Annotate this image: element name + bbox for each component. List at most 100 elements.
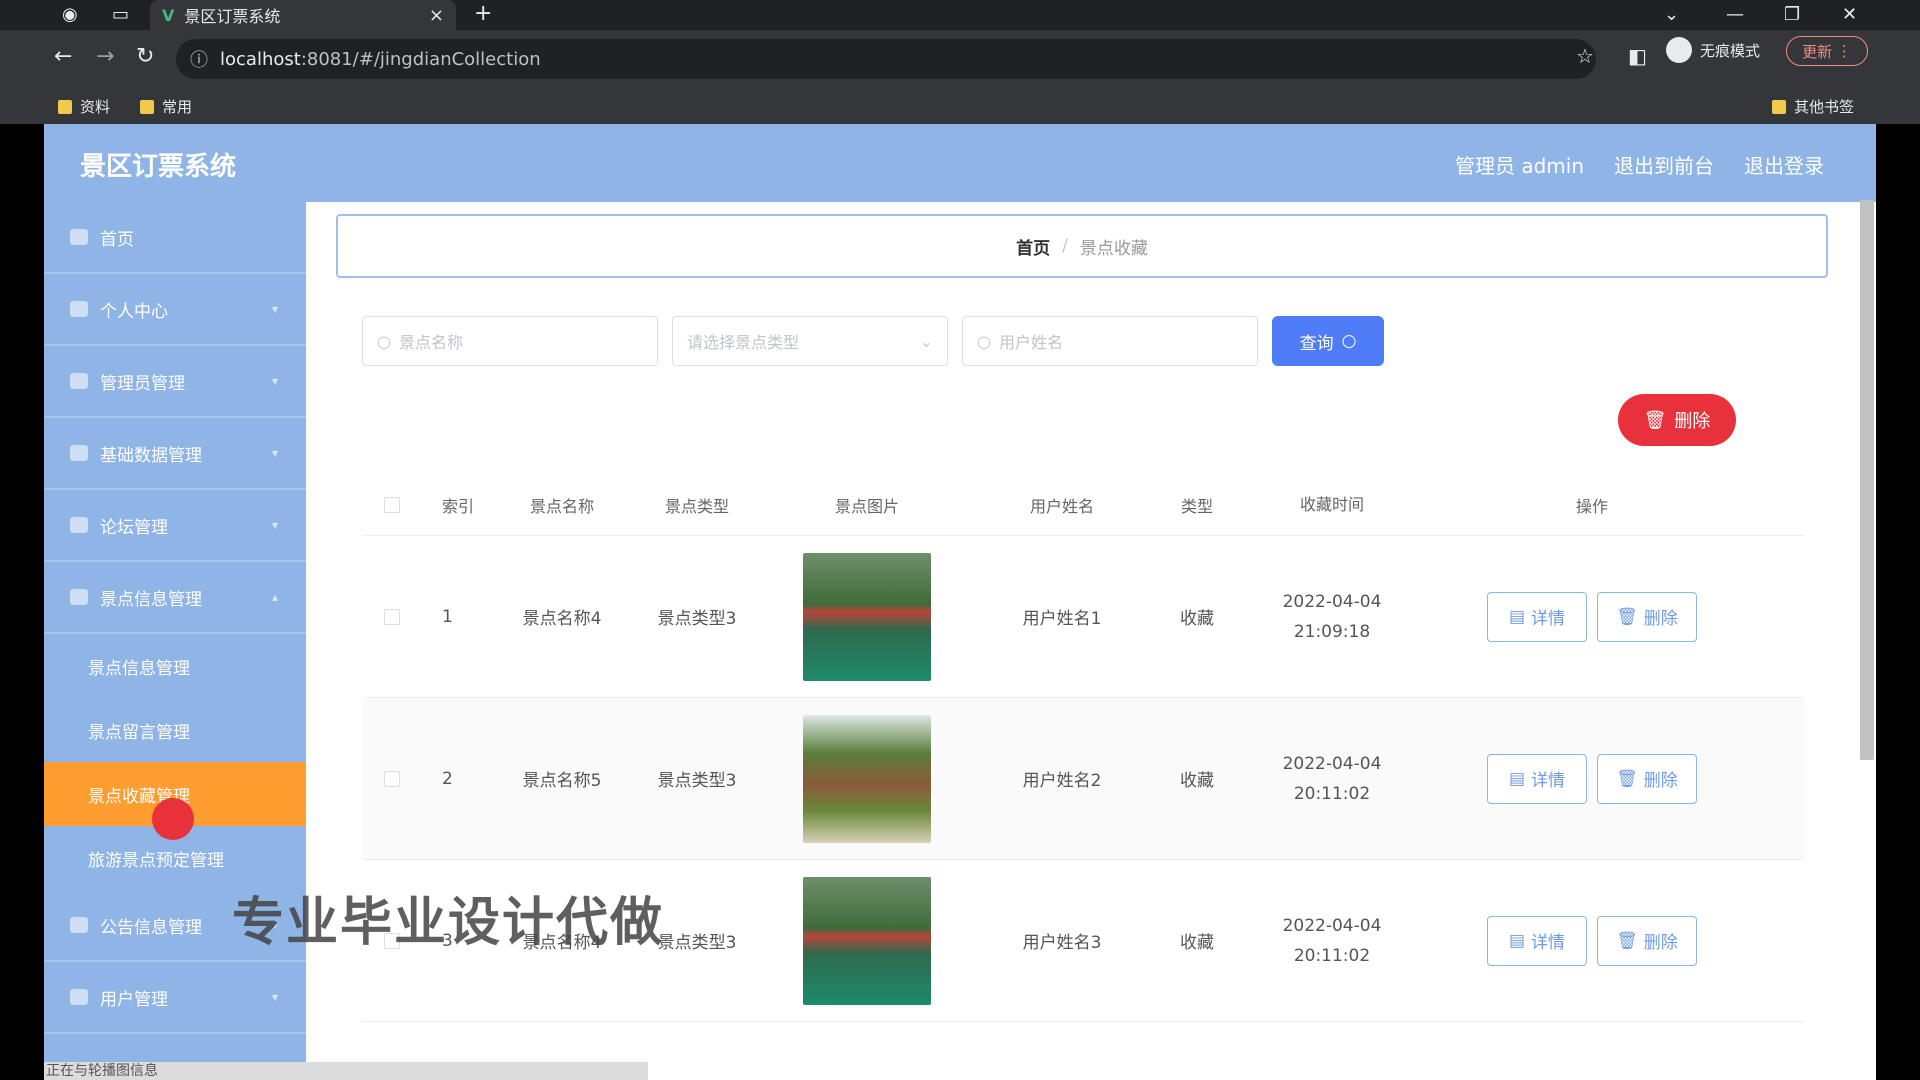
header-index: 索引	[442, 496, 475, 516]
forward-icon[interactable]: →	[96, 44, 114, 69]
sidebar-item-home[interactable]: 首页	[44, 202, 306, 274]
row-kind: 收藏	[1180, 771, 1214, 791]
minimize-icon[interactable]: —	[1726, 4, 1744, 25]
app-brand: 景区订票系统	[80, 152, 237, 182]
breadcrumb-separator: /	[1062, 236, 1068, 256]
scenic-name-placeholder: 景点名称	[398, 333, 463, 352]
header-scenic-type: 景点类型	[664, 496, 729, 516]
sidebar-item-label: 景点信息管理	[100, 589, 202, 610]
header-scenic-image: 景点图片	[834, 496, 899, 516]
chevron-down-icon: ▾	[271, 990, 278, 1004]
delete-label: 删除	[1643, 609, 1678, 629]
sidebar-item-scenic[interactable]: 景点信息管理 ▴	[44, 562, 306, 634]
scenic-thumbnail[interactable]	[803, 552, 931, 681]
delete-label: 删除	[1643, 933, 1678, 953]
sidebar-item-forum[interactable]: 论坛管理 ▾	[44, 490, 306, 562]
user-name-input[interactable]: ○ 用户姓名	[962, 316, 1258, 366]
bookmark-star-icon[interactable]: ☆	[1576, 44, 1594, 68]
row-date: 2022-04-04	[1282, 753, 1382, 774]
sidebar-item-label: 用户管理	[100, 989, 168, 1010]
to-front-link[interactable]: 退出到前台	[1614, 150, 1714, 179]
bookmark-label: 资料	[80, 98, 111, 116]
maximize-icon[interactable]: ❐	[1784, 4, 1800, 25]
row-user-name: 用户姓名3	[1022, 933, 1102, 953]
globe-icon[interactable]: ◉	[62, 4, 78, 25]
document-icon: ▤	[1508, 768, 1526, 789]
row-kind: 收藏	[1180, 933, 1214, 953]
admin-user-label: 管理员 admin	[1454, 154, 1584, 178]
row-checkbox[interactable]	[384, 608, 400, 625]
row-scenic-type: 景点类型3	[657, 609, 737, 629]
sidebar-item-label: 论坛管理	[100, 517, 168, 538]
detail-button[interactable]: ▤ 详情	[1487, 915, 1587, 966]
sidepanel-icon[interactable]: ◧	[1628, 44, 1647, 68]
bookmark-folder-1[interactable]: 资料	[58, 96, 110, 117]
trash-icon: 🗑	[1643, 409, 1667, 431]
chevron-down-icon[interactable]: ⌄	[1664, 4, 1679, 25]
bookmark-label: 常用	[162, 98, 193, 116]
folder-icon	[140, 99, 154, 114]
update-button[interactable]: 更新 ⋮	[1786, 36, 1868, 66]
query-label: 查询	[1299, 333, 1334, 354]
row-scenic-name: 景点名称5	[522, 771, 602, 791]
back-icon[interactable]: ←	[54, 44, 72, 69]
sidebar-sub-scenic-comments[interactable]: 景点留言管理	[44, 698, 306, 762]
breadcrumb-current: 景点收藏	[1079, 238, 1148, 259]
user-name-placeholder: 用户姓名	[998, 333, 1063, 352]
new-tab-button[interactable]: +	[474, 1, 492, 26]
delete-button[interactable]: 🗑 删除	[1597, 591, 1697, 642]
info-icon[interactable]: ⓘ	[190, 46, 208, 72]
sidebar-item-label: 管理员管理	[100, 373, 185, 394]
sidebar-sub-scenic-info[interactable]: 景点信息管理	[44, 634, 306, 698]
sidebar-item-users[interactable]: 用户管理 ▾	[44, 962, 306, 1034]
scenic-thumbnail[interactable]	[803, 714, 931, 843]
sidebar-item-admins[interactable]: 管理员管理 ▾	[44, 346, 306, 418]
scenic-type-select[interactable]: 请选择景点类型 ⌄	[672, 316, 948, 366]
row-time: 20:11:02	[1293, 783, 1371, 804]
url-input[interactable]: ⓘ localhost:8081/#/jingdianCollection	[176, 39, 1596, 79]
logout-link[interactable]: 退出登录	[1744, 150, 1824, 179]
sidebar-item-basedata[interactable]: 基础数据管理 ▾	[44, 418, 306, 490]
incognito-icon	[1666, 37, 1692, 63]
query-button[interactable]: 查询 ○	[1272, 316, 1384, 366]
detail-button[interactable]: ▤ 详情	[1487, 591, 1587, 642]
sidebar-item-profile[interactable]: 个人中心 ▾	[44, 274, 306, 346]
document-icon: ▤	[1508, 930, 1526, 951]
sidebar-item-label: 公告信息管理	[100, 917, 202, 938]
delete-label: 删除	[1643, 771, 1678, 791]
tab-close-icon[interactable]: ×	[429, 5, 444, 26]
delete-button[interactable]: 🗑 删除	[1597, 753, 1697, 804]
tab-list-icon[interactable]: ▭	[112, 4, 129, 25]
detail-button[interactable]: ▤ 详情	[1487, 753, 1587, 804]
status-bar: 正在与轮播图信息	[44, 1062, 648, 1080]
row-time: 21:09:18	[1293, 621, 1371, 642]
other-bookmarks-label: 其他书签	[1794, 98, 1855, 116]
row-kind: 收藏	[1180, 609, 1214, 629]
select-all-checkbox[interactable]	[384, 496, 400, 513]
chevron-down-icon: ▾	[271, 302, 278, 316]
bookmark-folder-2[interactable]: 常用	[140, 96, 192, 117]
incognito-indicator[interactable]: 无痕模式	[1666, 37, 1760, 63]
vue-logo-icon: V	[162, 5, 175, 25]
scenic-name-input[interactable]: ○ 景点名称	[362, 316, 658, 366]
batch-delete-button[interactable]: 🗑 删除	[1618, 394, 1736, 446]
window-close-icon[interactable]: ✕	[1842, 4, 1857, 25]
delete-button[interactable]: 🗑 删除	[1597, 915, 1697, 966]
row-user-name: 用户姓名1	[1022, 609, 1102, 629]
sidebar-item-label: 首页	[100, 229, 134, 250]
folder-icon	[58, 99, 72, 114]
reload-icon[interactable]: ↻	[136, 44, 154, 69]
page-scrollbar[interactable]	[1860, 200, 1874, 760]
breadcrumb: 首页 / 景点收藏	[336, 214, 1828, 278]
browser-tab[interactable]: V 景区订票系统 ×	[150, 0, 456, 30]
chevron-down-icon: ▾	[271, 518, 278, 532]
table-header: 索引 景点名称 景点类型 景点图片 用户姓名 类型 收藏时间 操作	[362, 474, 1804, 536]
scenic-thumbnail[interactable]	[803, 876, 931, 1005]
breadcrumb-home[interactable]: 首页	[1016, 234, 1050, 259]
row-checkbox[interactable]	[384, 770, 400, 787]
scenic-type-placeholder: 请选择景点类型	[687, 333, 800, 352]
trash-icon: 🗑	[1616, 930, 1638, 951]
chevron-up-icon: ▴	[271, 590, 278, 604]
incognito-label: 无痕模式	[1700, 41, 1761, 60]
other-bookmarks[interactable]: 其他书签	[1772, 96, 1854, 117]
